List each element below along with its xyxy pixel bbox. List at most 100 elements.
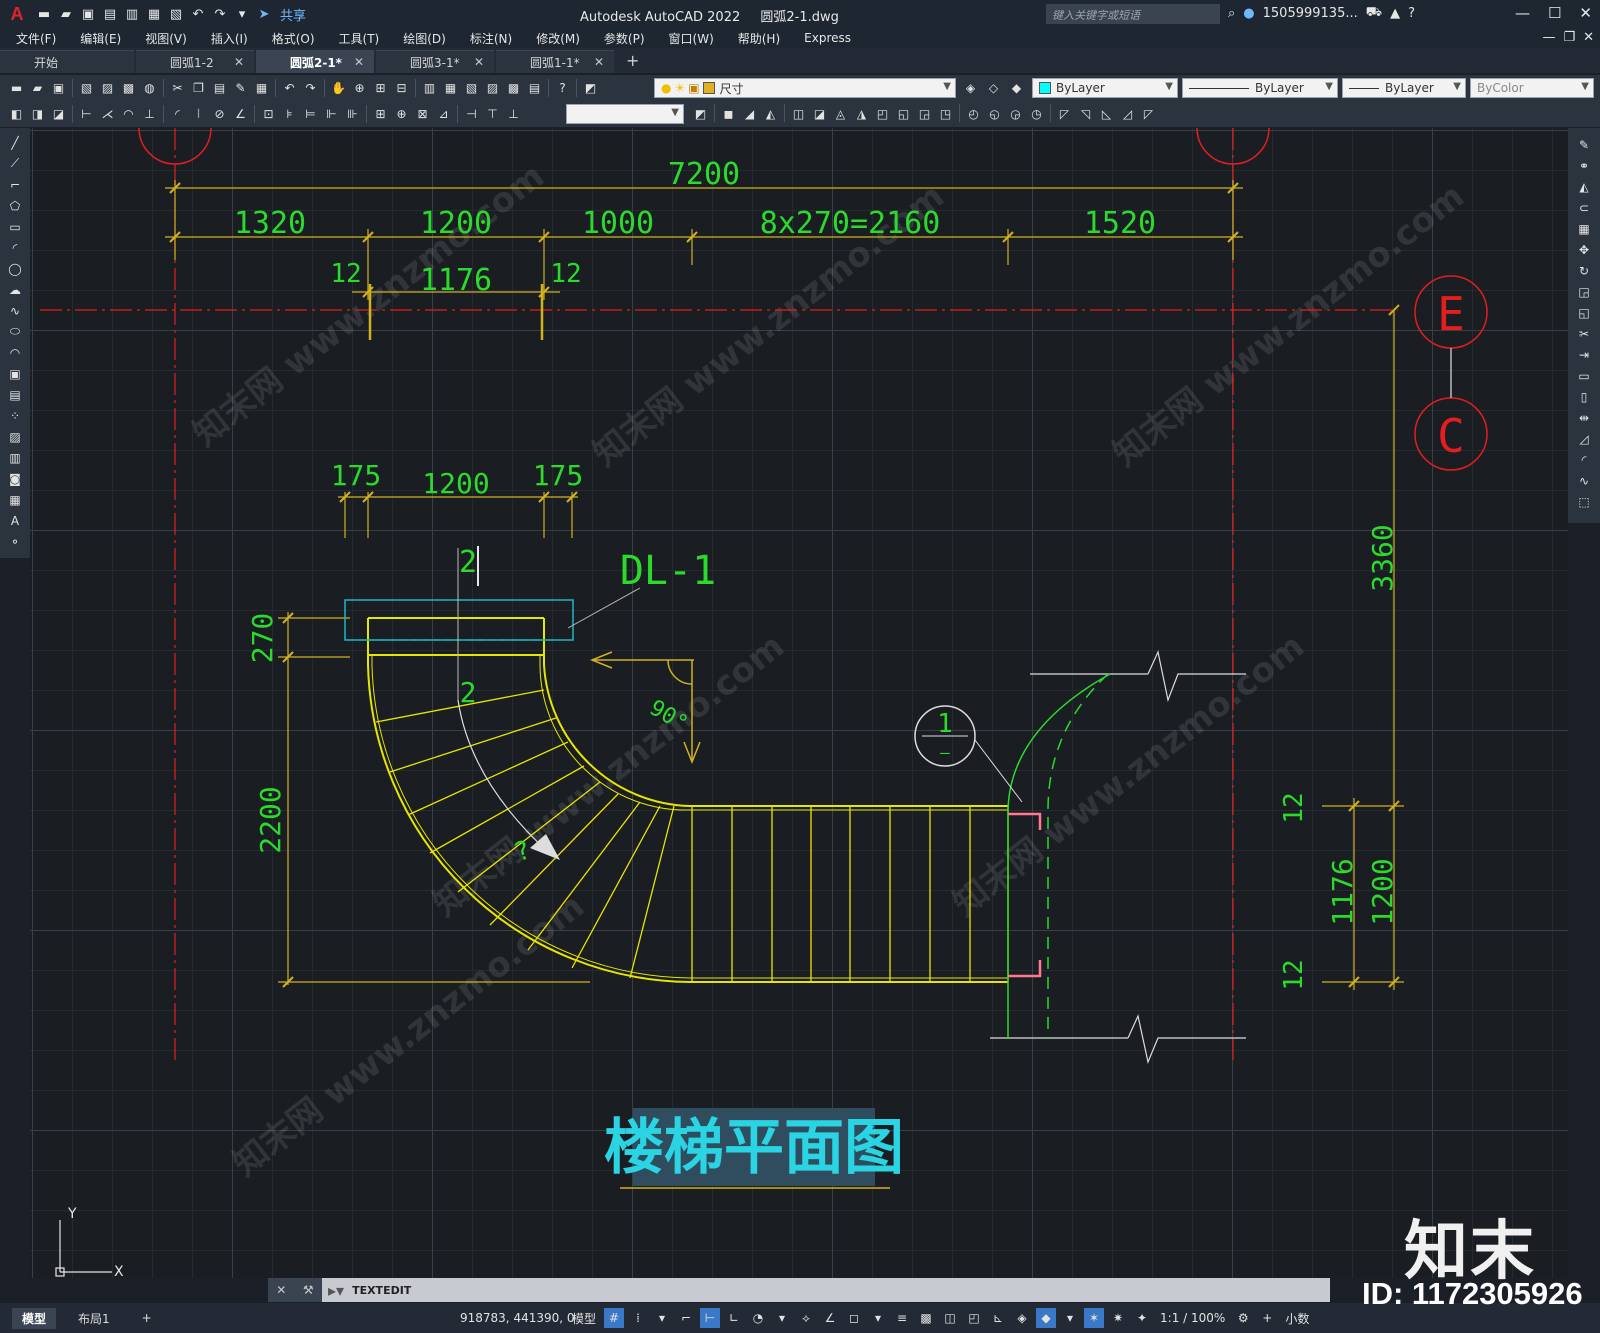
dim-update-icon[interactable]: ⊥ [503,104,524,124]
tab-arc-3-1[interactable]: 圆弧3-1* ✕ [376,50,494,73]
insert-block-icon[interactable]: ▣ [4,363,26,384]
menu-file[interactable]: 文件(F) [0,30,68,47]
view-icon[interactable]: ◪ [48,104,69,124]
tab-arc-1-1[interactable]: 圆弧1-1* ✕ [496,50,614,73]
layer-dropdown[interactable]: ● ☀ ▣ 尺寸 ▼ [654,78,956,98]
doc-minimize-icon[interactable]: — [1542,30,1555,45]
close-tab-icon[interactable]: ✕ [354,55,364,69]
tolerance-icon[interactable]: ⊞ [370,104,391,124]
cone-icon[interactable]: ◭ [760,104,781,124]
break-icon[interactable]: ▯ [1573,386,1595,407]
markup-icon[interactable]: ▩ [503,78,524,98]
quick-dim-icon[interactable]: ⊡ [258,104,279,124]
rotate-icon[interactable]: ↻ [1573,260,1595,281]
user-icon[interactable]: ● [1243,6,1254,21]
copy-icon[interactable]: ❐ [188,78,209,98]
auto-scale-icon[interactable]: ✷ [1108,1308,1128,1328]
aligned-dim-icon[interactable]: ⋌ [97,104,118,124]
layer-manager-icon[interactable]: ◩ [580,78,601,98]
doc-restore-icon[interactable]: ❐ [1563,30,1575,45]
close-tab-icon[interactable]: ✕ [474,55,484,69]
menu-view[interactable]: 视图(V) [133,30,199,47]
maximize-icon[interactable]: ☐ [1548,4,1561,22]
annotation-scale[interactable]: 1:1 / 100% [1160,1311,1225,1325]
3d-dwf-icon[interactable]: ◍ [139,78,160,98]
fillet-icon[interactable]: ◜ [1573,449,1595,470]
wedge-icon[interactable]: ◢ [739,104,760,124]
linear-dim-icon[interactable]: ⊢ [76,104,97,124]
construction-line-icon[interactable]: ⟋ [4,153,26,174]
arc-icon[interactable]: ◜ [4,237,26,258]
imprint-icon[interactable]: ◺ [1096,104,1117,124]
close-icon[interactable]: ✕ [1579,4,1592,22]
linetype-dropdown[interactable]: ByLayer ▼ [1182,78,1338,98]
menu-format[interactable]: 格式(O) [260,30,327,47]
intersect-icon[interactable]: ◳ [935,104,956,124]
sheet-set-icon[interactable]: ▨ [482,78,503,98]
color-dropdown[interactable]: ByLayer ▼ [1032,78,1178,98]
menu-insert[interactable]: 插入(I) [199,30,260,47]
customize-icon[interactable]: ⚒ [303,1283,314,1297]
orbit-icon[interactable]: ◨ [27,104,48,124]
menu-draw[interactable]: 绘图(D) [391,30,458,47]
help-icon[interactable]: ? [552,78,573,98]
calculator-icon[interactable]: ▤ [524,78,545,98]
selection-filter-icon[interactable]: ◈ [1012,1308,1032,1328]
erase-icon[interactable]: ✎ [1573,134,1595,155]
section-plane-icon[interactable]: ◸ [1054,104,1075,124]
revision-cloud-icon[interactable]: ☁ [4,279,26,300]
polyline-icon[interactable]: ⌐ [4,174,26,195]
dim-edit-icon[interactable]: ⊣ [461,104,482,124]
share-button[interactable]: 共享 [280,5,306,24]
pan-icon[interactable]: ✋ [328,78,349,98]
user-name[interactable]: 1505999135... [1263,6,1358,21]
snap-icon[interactable]: ⁞ [628,1308,648,1328]
customize-qat-icon[interactable]: ▾ [232,4,252,24]
menu-dimension[interactable]: 标注(N) [458,30,524,47]
menu-parametric[interactable]: 参数(P) [592,30,657,47]
rectangle-icon[interactable]: ▭ [4,216,26,237]
ortho-icon[interactable]: ∟ [724,1308,744,1328]
copy-object-icon[interactable]: ⚭ [1573,155,1595,176]
tab-arc-2-1[interactable]: 圆弧2-1* ✕ [256,50,374,73]
new-tab-icon[interactable]: + [626,51,639,70]
move-icon[interactable]: ✥ [1573,239,1595,260]
jogged-linear-icon[interactable]: ⊿ [433,104,454,124]
separate-icon[interactable]: ◿ [1117,104,1138,124]
tab-arc-1-2[interactable]: 圆弧1-2 ✕ [136,50,254,73]
infer-constraints-icon[interactable]: ⌐ [676,1308,696,1328]
new-icon[interactable]: ▬ [6,78,27,98]
ellipse-arc-icon[interactable]: ◠ [4,342,26,363]
layer-previous-icon[interactable]: ◇ [983,78,1004,98]
zoom-previous-icon[interactable]: ⊟ [391,78,412,98]
dynamic-input-icon[interactable]: ⊢ [700,1308,721,1328]
mirror-icon[interactable]: ◭ [1573,176,1595,197]
angular-dim-icon[interactable]: ∠ [230,104,251,124]
tab-model[interactable]: 模型 [12,1307,57,1329]
workspace-gear-icon[interactable]: ⚙ [1233,1308,1253,1328]
inspect-icon[interactable]: ⊠ [412,104,433,124]
flatshot-icon[interactable]: ◹ [1075,104,1096,124]
menu-window[interactable]: 窗口(W) [657,30,726,47]
array-icon[interactable]: ▦ [1573,218,1595,239]
gizmo-icon[interactable]: ◆ [1036,1308,1057,1328]
undo-icon[interactable]: ↶ [188,4,208,24]
break-at-point-icon[interactable]: ▭ [1573,365,1595,386]
paste-icon[interactable]: ▤ [209,78,230,98]
doc-close-icon[interactable]: ✕ [1583,30,1594,45]
command-text[interactable]: TEXTEDIT [344,1284,411,1297]
minimize-icon[interactable]: — [1515,4,1530,22]
3d-osnap-icon[interactable]: ◰ [964,1308,984,1328]
save-icon[interactable]: ▣ [48,78,69,98]
close-command-line-icon[interactable]: ✕ [276,1283,286,1297]
region-icon[interactable]: ◙ [4,468,26,489]
menu-express[interactable]: Express [792,31,863,45]
menu-tools[interactable]: 工具(T) [327,30,392,47]
tab-start[interactable]: 开始 [0,50,134,73]
thicken-icon[interactable]: ◵ [984,104,1005,124]
drawing-canvas[interactable]: 知末网 www.znzmo.com 知末网 www.znzmo.com 知末网 … [30,128,1568,1278]
slice-icon[interactable]: ◴ [963,104,984,124]
dim-text-edit-icon[interactable]: ⊤ [482,104,503,124]
dim-style-icon[interactable]: ◩ [690,104,711,124]
preview-icon[interactable]: ▨ [97,78,118,98]
